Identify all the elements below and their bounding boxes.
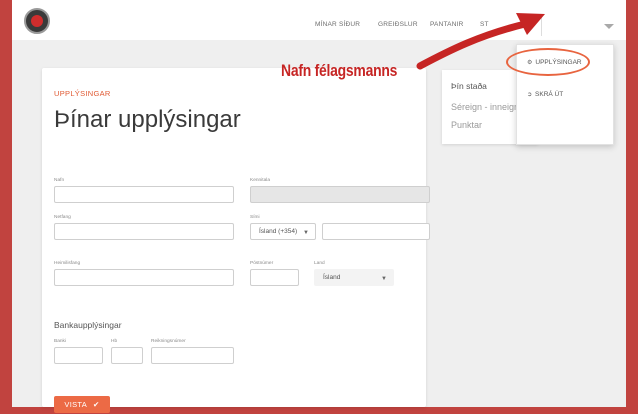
annotation-text: Nafn félagsmanns — [281, 61, 398, 80]
